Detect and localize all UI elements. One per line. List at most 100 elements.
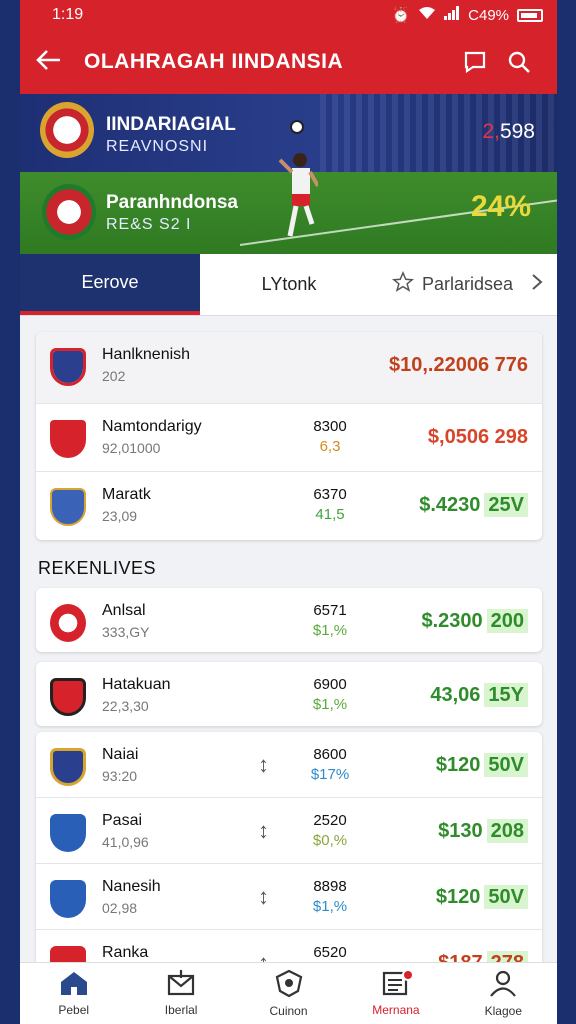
nav-mernana[interactable]: Mernana <box>342 963 449 1024</box>
status-bar: 1:19 ⏰ C49% <box>20 0 557 30</box>
nav-label: Mernana <box>372 1003 420 1017</box>
item-value-text: $.2300 <box>421 610 483 632</box>
item-sub: 93:20 <box>102 768 138 784</box>
team1-value-rest: 598 <box>499 120 535 143</box>
page-title: OLAHRAGAH IINDANSIA <box>84 50 344 73</box>
user-icon <box>488 969 518 1000</box>
item-chip: 208 <box>486 819 528 843</box>
list-item[interactable]: Anlsal 333,GY 6571 $1,% $.2300 200 <box>36 588 542 652</box>
item-value-text: $120 <box>435 754 481 776</box>
item-chip: 15Y <box>484 683 528 707</box>
item-stat: 8600 <box>313 746 347 763</box>
item-change: 6,3 <box>319 438 341 455</box>
nav-label: Klagoe <box>484 1004 523 1018</box>
nav-label: Cuinon <box>269 1004 308 1018</box>
item-value: $.2300 200 <box>421 609 528 633</box>
list-card: Anlsal 333,GY 6571 $1,% $.2300 200 <box>36 588 542 652</box>
list-item[interactable]: Nanesih 02,98 ↕ 8898 $1,% $120 50V <box>36 864 542 930</box>
item-name: Namtondarigy <box>102 418 202 435</box>
sort-arrows-icon[interactable]: ↕ <box>258 884 269 910</box>
item-value-text: $130 <box>438 820 483 842</box>
signal-icon <box>444 6 460 24</box>
team1-subtitle: REAVNOSNI <box>106 138 209 155</box>
item-chip: 200 <box>486 609 528 633</box>
nav-label: Iberlal <box>164 1003 198 1017</box>
back-arrow-icon[interactable] <box>36 46 84 78</box>
club-crest-icon <box>50 488 86 526</box>
list-item[interactable]: Naiai 93:20 ↕ 8600 $17% $120 50V <box>36 732 542 798</box>
wifi-icon <box>418 6 436 24</box>
list-item[interactable]: Namtondarigy 92,01000 8300 6,3 $,0506 29… <box>36 404 542 472</box>
list-item[interactable]: Maratk 23,09 6370 41,5 $.4230 25V <box>36 472 542 540</box>
chevron-right-icon[interactable] <box>531 273 543 296</box>
team2-name: Paranhndonsa <box>106 192 238 213</box>
tab-lytonk[interactable]: LYtonk <box>200 254 378 315</box>
item-value: $.4230 25V <box>419 493 528 517</box>
item-stat: 6370 <box>313 486 347 503</box>
tab-label: Parlaridsea <box>422 274 514 294</box>
section-title: REKENLIVES <box>38 558 157 578</box>
item-stat: 2520 <box>313 812 347 829</box>
item-value: $10,.22006 776 <box>388 354 528 376</box>
list-item[interactable]: Hanlknenish 202 $10,.22006 776 <box>36 332 542 404</box>
item-name: Anlsal <box>102 602 146 619</box>
item-change: $17% <box>310 766 350 783</box>
nav-profile[interactable]: Klagoe <box>450 963 557 1024</box>
item-change: $0,% <box>312 832 348 849</box>
item-name: Hatakuan <box>102 676 171 693</box>
tab-eerove[interactable]: Eerove <box>20 254 200 315</box>
item-name: Naiai <box>102 746 139 763</box>
item-change: 41,5 <box>315 506 345 523</box>
tab-label: LYtonk <box>261 274 317 294</box>
match-hero-banner[interactable]: IINDARIAGIAL REAVNOSNI 2,598 Paranhndons… <box>20 94 557 254</box>
nav-iberlal[interactable]: Iberlal <box>127 963 234 1024</box>
item-chip: 50V <box>484 753 528 777</box>
item-sub: 23,09 <box>102 508 138 524</box>
battery-icon <box>517 8 543 22</box>
item-sub: 22,3,30 <box>102 698 149 714</box>
item-value-text: 43,06 <box>430 684 481 706</box>
team2-value: 24% <box>470 190 531 223</box>
tab-parlaridsea[interactable]: Parlaridsea <box>378 254 557 315</box>
list-card: Hatakuan 22,3,30 6900 $1,% 43,06 15Y <box>36 662 542 726</box>
team1-name: IINDARIAGIAL <box>106 114 236 135</box>
shield-icon <box>274 969 304 1000</box>
item-chip: 50V <box>484 885 528 909</box>
nav-home[interactable]: Pebel <box>20 963 127 1024</box>
chat-icon[interactable] <box>453 40 497 84</box>
phone-screen: 1:19 ⏰ C49% OLAHRAGAH IINDANSIA IINDARIA… <box>20 0 557 1024</box>
search-icon[interactable] <box>497 40 541 84</box>
item-change: $1,% <box>312 622 348 639</box>
football-icon <box>290 120 304 134</box>
item-sub: 02,98 <box>102 900 138 916</box>
item-name: Hanlknenish <box>102 346 191 363</box>
team2-crest-icon <box>42 184 96 240</box>
club-crest-icon <box>50 880 86 918</box>
list-item[interactable]: Pasai 41,0,96 ↕ 2520 $0,% $130 208 <box>36 798 542 864</box>
club-crest-icon <box>50 814 86 852</box>
alarm-icon: ⏰ <box>391 7 411 24</box>
item-value: $120 50V <box>435 885 528 909</box>
item-chip: 25V <box>484 493 528 517</box>
team1-value: 2,598 <box>482 120 535 144</box>
list-item[interactable]: Hatakuan 22,3,30 6900 $1,% 43,06 15Y <box>36 662 542 726</box>
battery-text: C49% <box>468 6 509 24</box>
tab-label: Eerove <box>81 272 139 292</box>
club-crest-icon <box>50 748 86 786</box>
player-figure <box>278 153 318 237</box>
item-stat: 6571 <box>313 602 347 619</box>
item-value: $,0506 298 <box>427 426 528 448</box>
status-icons: ⏰ C49% <box>391 6 543 24</box>
sort-arrows-icon[interactable]: ↕ <box>258 752 269 778</box>
club-crest-icon <box>50 420 86 458</box>
club-crest-icon <box>50 678 86 716</box>
item-value-text: $.4230 <box>419 494 481 516</box>
star-icon <box>391 270 415 298</box>
sort-arrows-icon[interactable]: ↕ <box>258 818 269 844</box>
item-stat: 6520 <box>313 944 347 961</box>
nav-cuinon[interactable]: Cuinon <box>235 963 342 1024</box>
bottom-navigation: Pebel Iberlal Cuinon Mernana Klagoe <box>20 962 557 1024</box>
item-change: $1,% <box>312 898 348 915</box>
item-name: Maratk <box>102 486 151 503</box>
item-value-text: $120 <box>435 886 481 908</box>
